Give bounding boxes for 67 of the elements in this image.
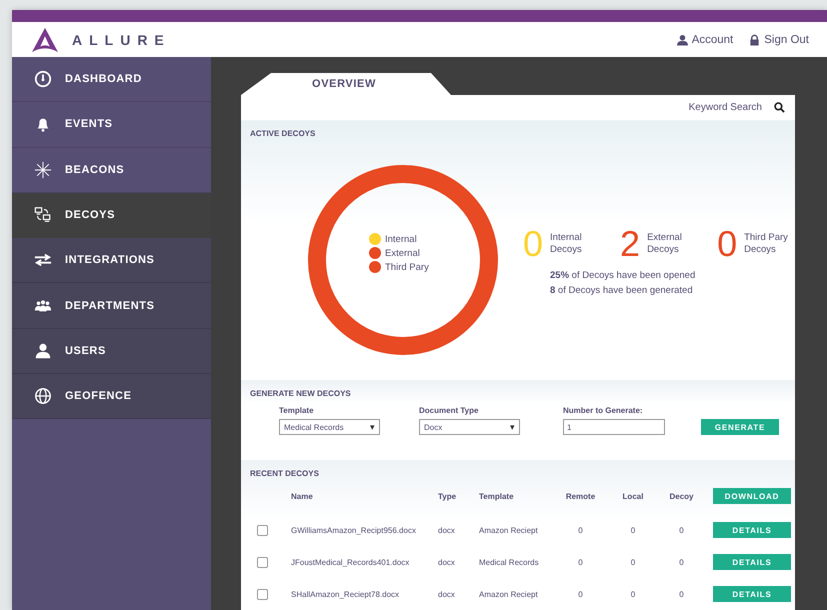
table-cell-text: 0	[678, 558, 685, 566]
logo-icon	[30, 26, 60, 52]
header-link[interactable]: Sign Out	[749, 34, 809, 46]
column-header: Template	[479, 492, 515, 500]
person-icon	[676, 34, 688, 46]
stat-count: 0	[717, 226, 738, 262]
row-checkbox[interactable]	[257, 556, 268, 568]
table-cell-text: docx	[438, 590, 456, 598]
sidebar-item[interactable]: DECOYS	[12, 192, 211, 238]
table-cell-text: 0	[577, 558, 584, 566]
row-checkbox[interactable]	[257, 524, 268, 536]
logo-text: ALLURE	[72, 32, 171, 48]
search-icon[interactable]	[774, 102, 785, 113]
header-link[interactable]: Account	[676, 34, 734, 46]
section-title: RECENT DECOYS	[249, 468, 320, 478]
overview-tab[interactable]: OVERVIEW	[241, 73, 451, 95]
legend-label: Third Pary	[385, 262, 429, 272]
table-cell-text: JFoustMedical_Records401.docx	[291, 558, 410, 566]
field-label: Number to Generate:	[563, 406, 644, 415]
table-cell-text: SHallAmazon_Reciept78.docx	[291, 590, 400, 598]
field-label: Template	[279, 406, 315, 415]
sidebar-item[interactable]: BEACONS	[12, 148, 211, 193]
sidebar-item[interactable]: GEOFENCE	[12, 374, 211, 420]
field-label: Document Type	[419, 406, 480, 415]
burst-icon	[34, 160, 52, 179]
globe-icon	[34, 387, 52, 406]
stat-count: 2	[620, 226, 640, 262]
sidebar-item[interactable]: INTEGRATIONS	[12, 238, 211, 284]
monitors-icon	[34, 206, 52, 224]
table-cell-text: GWilliamsAmazon_Recipt956.docx	[291, 526, 417, 534]
summary-text: 8 of Decoys have been generated	[550, 284, 694, 298]
table-cell-text: Amazon Reciept	[479, 590, 539, 598]
table-cell-text: 0	[577, 526, 584, 534]
column-header: Remote	[564, 492, 596, 500]
gauge-icon	[34, 70, 52, 88]
template-dropdown[interactable]: Medical Records ▾	[279, 419, 380, 435]
sidebar-item[interactable]: DEPARTMENTS	[12, 283, 211, 329]
table-cell-text: Amazon Reciept	[479, 526, 539, 534]
table-cell-text: docx	[438, 526, 456, 534]
summary-text: 25% of Decoys have been opened	[550, 269, 696, 283]
column-header: Local	[622, 492, 644, 500]
table-cell-text: Medical Records	[479, 558, 540, 566]
table-cell-text: 0	[630, 590, 636, 598]
row-checkbox[interactable]	[257, 588, 268, 600]
sidebar-item[interactable]: USERS	[12, 328, 211, 374]
section-title: GENERATE NEW DECOYS	[249, 388, 352, 398]
stat-label: External Decoys	[647, 232, 683, 256]
column-header: Name	[291, 492, 314, 500]
column-header: Decoy	[668, 492, 694, 500]
stat-label: Internal Decoys	[550, 232, 583, 256]
table-cell-text: 0	[678, 526, 685, 534]
table-cell-text: docx	[438, 558, 456, 566]
table-cell-text: 0	[577, 590, 584, 598]
legend-label: Internal	[385, 234, 417, 244]
section-title: ACTIVE DECOYS	[249, 128, 316, 138]
column-header: Type	[438, 492, 458, 500]
keyword-search-link[interactable]: Keyword Search	[688, 102, 762, 113]
legend-label: External	[385, 248, 420, 258]
person-icon	[34, 342, 52, 360]
document-type-dropdown[interactable]: Docx ▾	[419, 419, 520, 435]
table-cell-text: 0	[630, 558, 636, 566]
stat-label: Third Pary Decoys	[744, 232, 789, 256]
table-cell-text: 0	[678, 590, 685, 598]
lock-icon	[749, 34, 760, 46]
table-cell-text: 0	[630, 526, 636, 534]
stat-count: 0	[523, 226, 544, 262]
number-field[interactable]: 1	[563, 419, 665, 435]
